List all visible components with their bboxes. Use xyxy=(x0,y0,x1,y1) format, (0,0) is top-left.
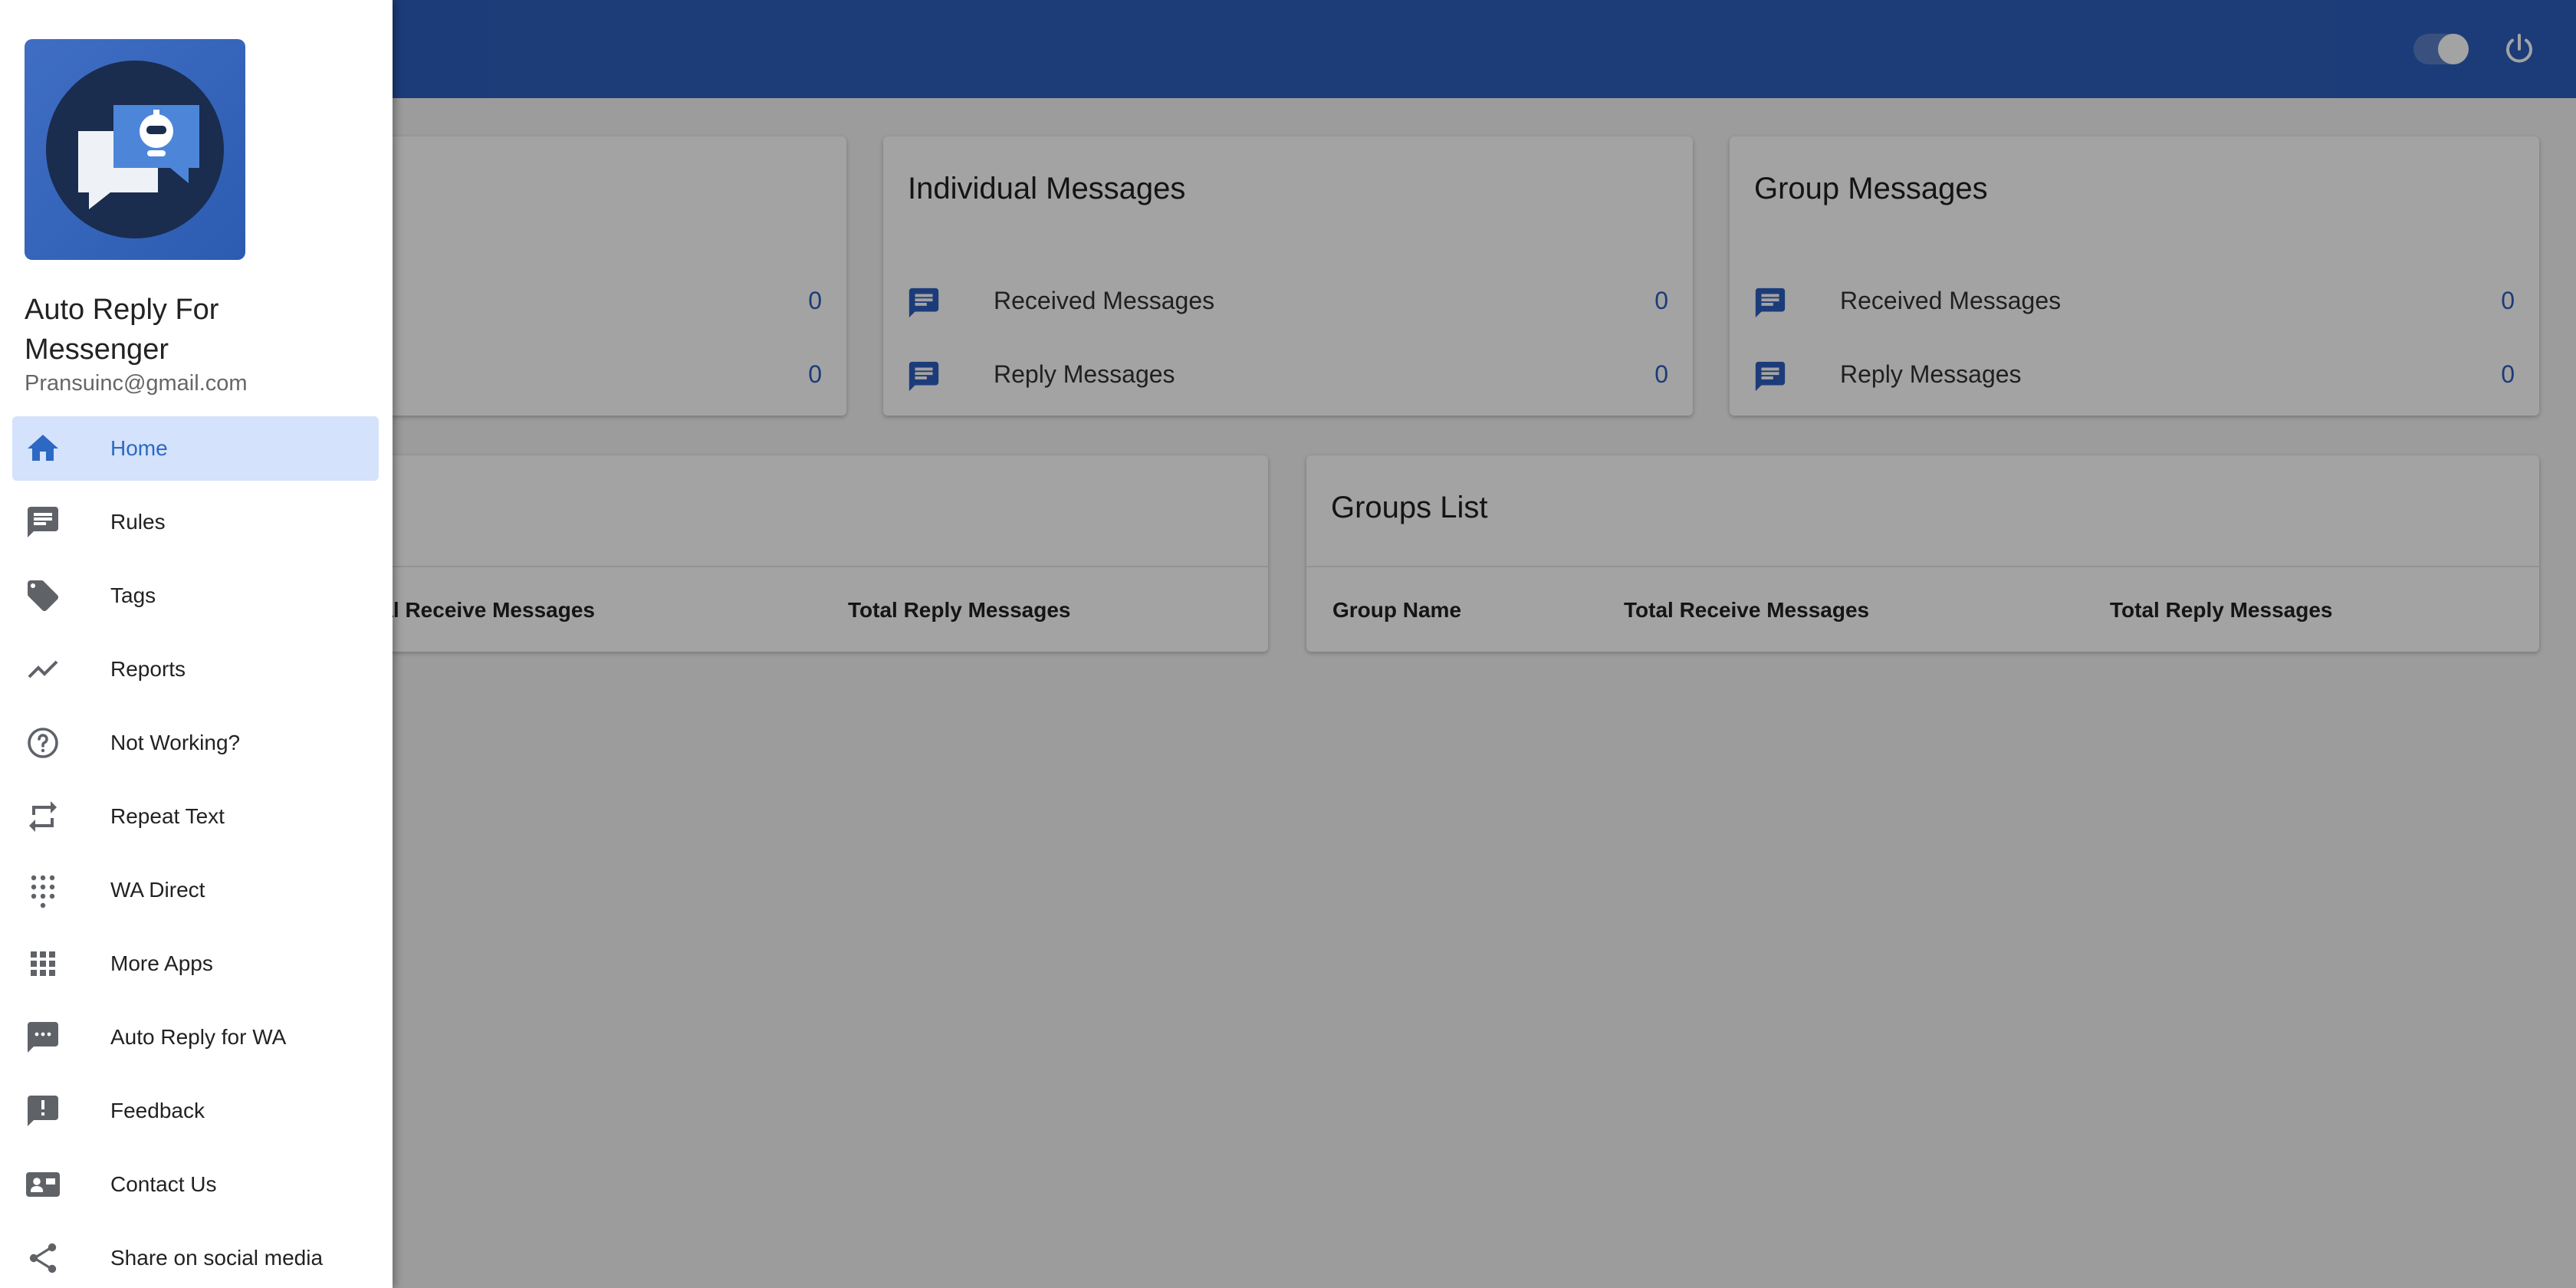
app-name: Auto Reply For Messenger xyxy=(25,294,219,366)
dialpad-icon xyxy=(31,875,55,909)
nav-item-feedback[interactable]: Feedback xyxy=(12,1079,379,1143)
nav-item-label: Feedback xyxy=(110,1099,205,1122)
nav-item-tags[interactable]: Tags xyxy=(12,564,379,628)
nav-item-label: WA Direct xyxy=(110,878,205,902)
robot-chat-icon xyxy=(46,61,224,238)
nav-item-auto-reply-wa[interactable]: Auto Reply for WA xyxy=(12,1005,379,1070)
navigation-drawer: Auto Reply For Messenger Pransuinc@gmail… xyxy=(0,0,393,1288)
nav-item-wa-direct[interactable]: WA Direct xyxy=(12,858,379,922)
home-icon xyxy=(28,435,58,461)
nav-item-label: Contact Us xyxy=(110,1172,217,1196)
nav-item-label: Tags xyxy=(110,583,156,607)
tag-icon xyxy=(28,580,58,611)
sms-icon xyxy=(28,1022,58,1053)
nav-item-label: Rules xyxy=(110,510,166,534)
repeat-icon xyxy=(29,801,57,832)
nav-item-label: Auto Reply for WA xyxy=(110,1025,287,1049)
nav-item-label: Not Working? xyxy=(110,731,241,754)
nav-item-more-apps[interactable]: More Apps xyxy=(12,932,379,996)
nav-item-repeat-text[interactable]: Repeat Text xyxy=(12,784,379,849)
help-icon xyxy=(28,728,58,758)
nav-item-share[interactable]: Share on social media xyxy=(12,1226,379,1288)
app-logo xyxy=(25,39,245,260)
account-email: Pransuinc@gmail.com xyxy=(25,371,248,396)
nav-item-home[interactable]: Home xyxy=(12,416,379,481)
nav-item-not-working[interactable]: Not Working? xyxy=(12,711,379,775)
message-icon xyxy=(28,507,58,537)
contact-card-icon xyxy=(26,1172,60,1197)
nav-item-rules[interactable]: Rules xyxy=(12,490,379,554)
feedback-icon xyxy=(28,1096,58,1126)
apps-icon xyxy=(31,951,55,976)
nav-item-label: Home xyxy=(110,436,168,460)
nav-item-label: Share on social media xyxy=(110,1246,324,1270)
nav-item-label: Reports xyxy=(110,657,186,681)
trending-icon xyxy=(28,660,58,678)
nav-item-label: More Apps xyxy=(110,951,213,975)
nav-item-label: Repeat Text xyxy=(110,804,225,828)
nav-item-contact-us[interactable]: Contact Us xyxy=(12,1152,379,1217)
nav-item-reports[interactable]: Reports xyxy=(12,637,379,702)
share-icon xyxy=(29,1243,57,1273)
